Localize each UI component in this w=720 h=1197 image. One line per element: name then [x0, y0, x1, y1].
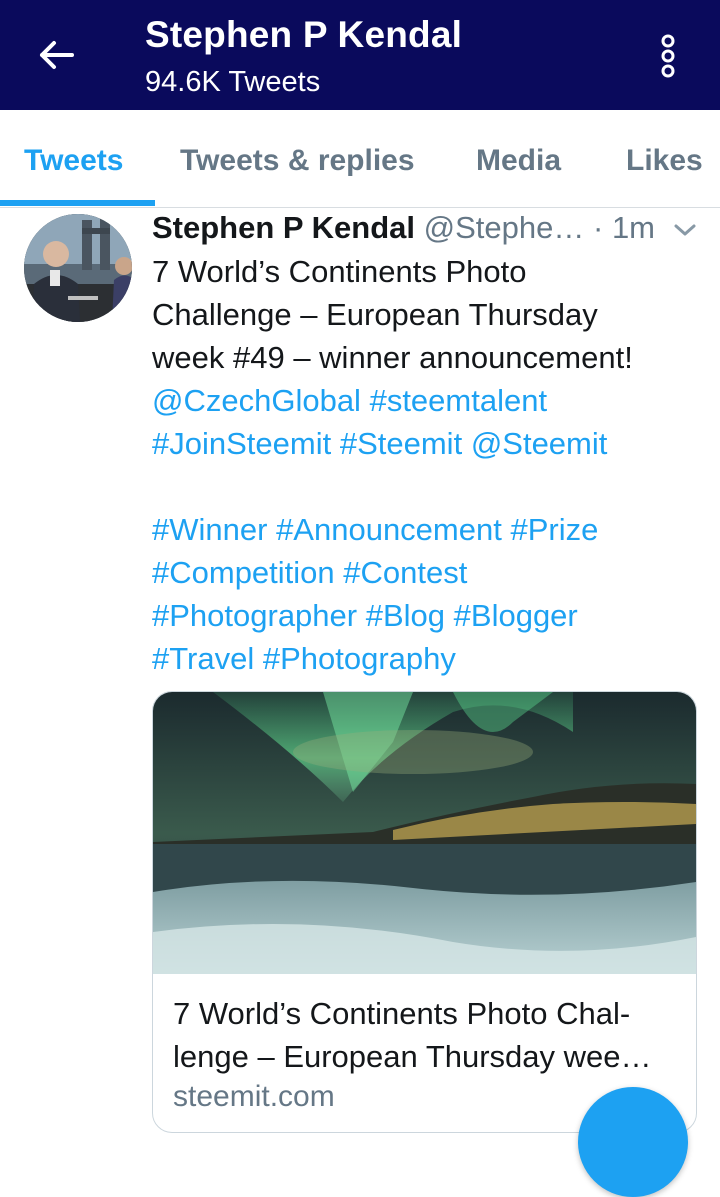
avatar[interactable]	[24, 214, 132, 322]
profile-header-bar: Stephen P Kendal 94.6K Tweets	[0, 0, 720, 110]
mention-link[interactable]: @Steemit	[471, 426, 608, 461]
tab-tweets[interactable]: Tweets	[24, 144, 123, 178]
hashtag-link[interactable]: #Prize	[510, 512, 598, 547]
chevron-down-icon	[674, 224, 696, 236]
back-button[interactable]	[28, 30, 84, 80]
tweet-header: Stephen P Kendal @Stephe… · 1m	[152, 210, 712, 250]
link-preview-image	[153, 692, 696, 974]
link-preview-title-line: 7 World’s Continents Photo Chal-	[173, 996, 631, 1031]
more-options-button[interactable]	[650, 30, 686, 82]
hashtag-link[interactable]: #Announcement	[276, 512, 502, 547]
hashtag-link[interactable]: #Travel	[152, 641, 254, 676]
profile-tabs: Tweets Tweets & replies Media Likes	[0, 110, 720, 208]
mention-link[interactable]: @CzechGlobal	[152, 383, 361, 418]
header-separator: ·	[592, 210, 604, 245]
link-preview-domain: steemit.com	[173, 1080, 335, 1113]
tweet-author-name[interactable]: Stephen P Kendal	[152, 210, 415, 245]
hashtag-link[interactable]: #Blog	[366, 598, 445, 633]
profile-name: Stephen P Kendal	[145, 14, 463, 55]
hashtag-link[interactable]: #steemtalent	[370, 383, 548, 418]
hashtag-link[interactable]: #JoinSteemit	[152, 426, 331, 461]
link-preview-title-line: lenge – European Thursday wee…	[173, 1039, 652, 1074]
hashtag-link[interactable]: #Blogger	[454, 598, 578, 633]
tweet-count: 94.6K Tweets	[145, 66, 321, 98]
tweet-text-line: week #49 – winner announcement!	[152, 340, 633, 375]
hashtag-link[interactable]: #Winner	[152, 512, 267, 547]
tab-media[interactable]: Media	[476, 144, 561, 178]
hashtag-link[interactable]: #Competition	[152, 555, 335, 590]
tweet-text-line: Challenge – European Thursday	[152, 297, 598, 332]
tweet-text-line: 7 World’s Continents Photo	[152, 254, 527, 289]
link-preview-title: 7 World’s Continents Photo Chal- lenge –…	[173, 992, 683, 1078]
arrow-left-icon	[40, 41, 74, 69]
tweet-author-handle[interactable]: @Stephe…	[424, 210, 585, 245]
tab-tweets-and-replies[interactable]: Tweets & replies	[180, 144, 415, 178]
more-vertical-icon	[661, 34, 675, 78]
compose-tweet-button[interactable]	[578, 1087, 688, 1197]
hashtag-link[interactable]: #Photography	[263, 641, 456, 676]
tab-likes[interactable]: Likes	[626, 144, 703, 178]
hashtag-link[interactable]: #Steemit	[340, 426, 462, 461]
hashtag-link[interactable]: #Contest	[343, 555, 467, 590]
hashtag-link[interactable]: #Photographer	[152, 598, 357, 633]
active-tab-indicator	[0, 200, 155, 206]
tweet-menu-button[interactable]	[672, 220, 698, 240]
tweet-text: 7 World’s Continents Photo Challenge – E…	[152, 250, 712, 680]
link-preview-card[interactable]: 7 World’s Continents Photo Chal- lenge –…	[152, 691, 697, 1133]
tweet-timestamp: 1m	[611, 210, 656, 245]
